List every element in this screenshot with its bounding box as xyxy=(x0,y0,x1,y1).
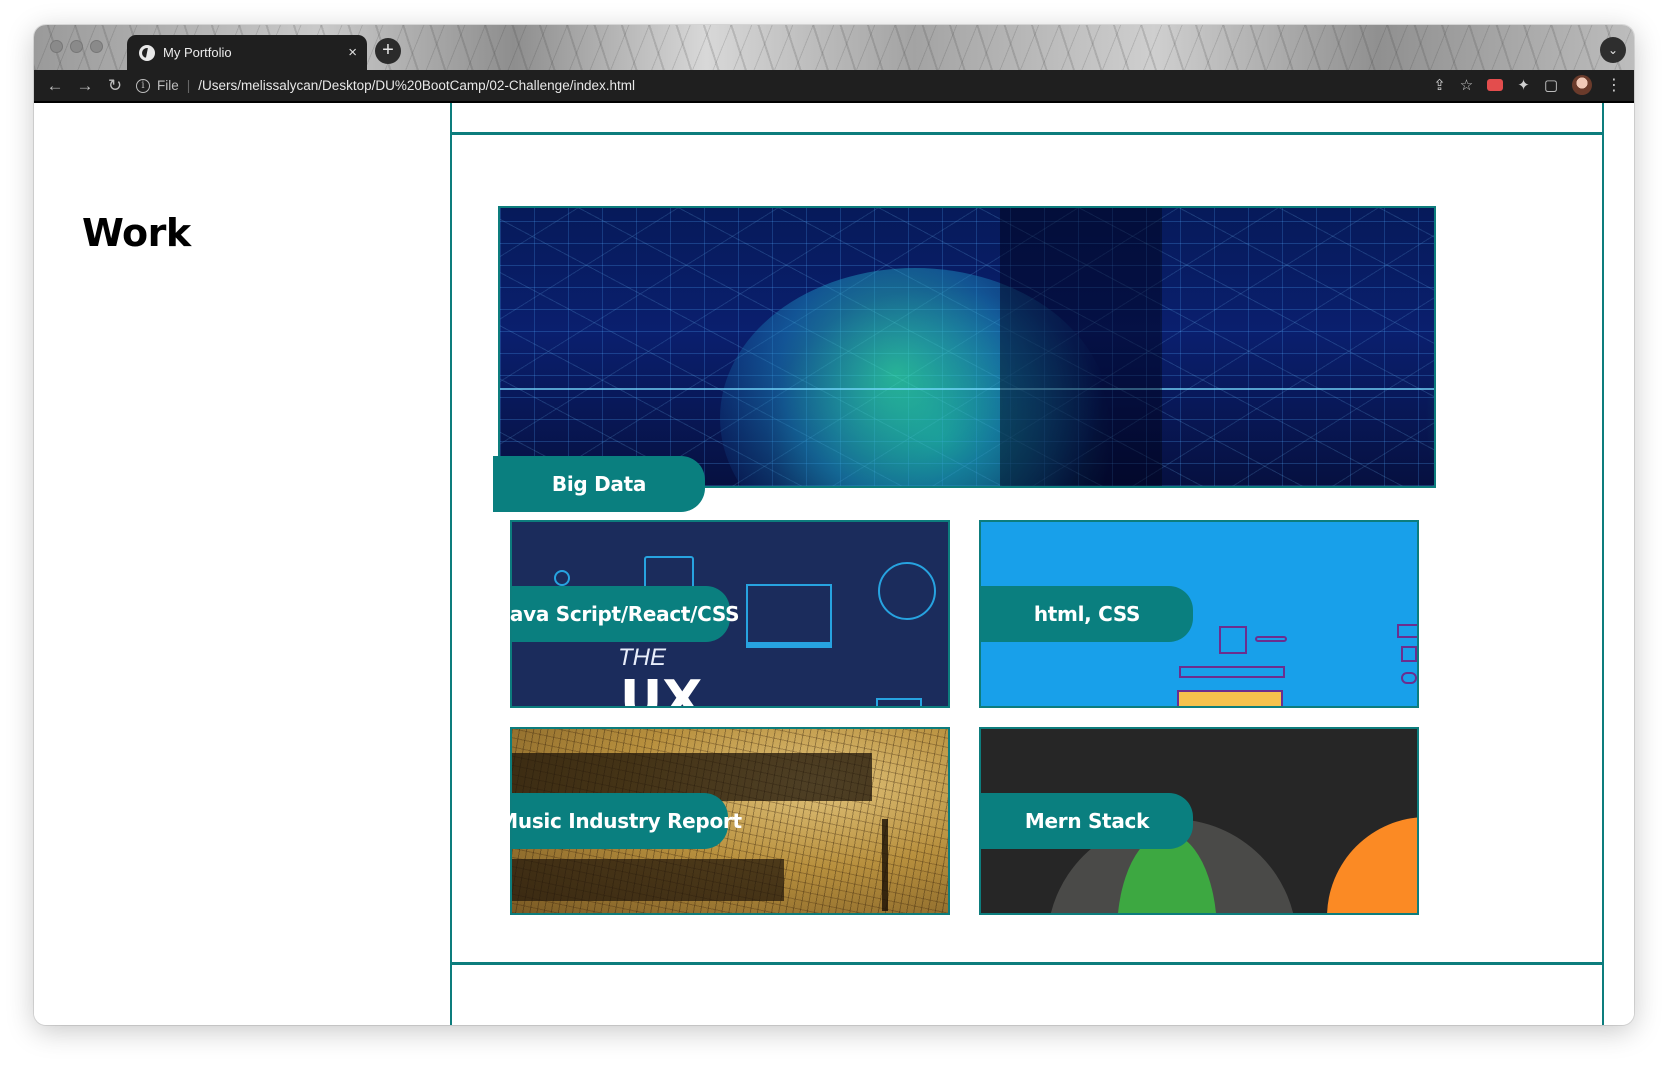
minimize-window-button[interactable] xyxy=(70,40,83,53)
browser-menu-icon[interactable]: ⋮ xyxy=(1606,75,1622,95)
ux-art-ux: UX xyxy=(620,670,703,708)
project-label-mern-stack[interactable]: Mern Stack xyxy=(981,793,1193,849)
browser-window: My Portfolio × + ⌄ ← → ↻ i File | /Users… xyxy=(34,25,1634,1025)
tab-search-button[interactable]: ⌄ xyxy=(1600,37,1626,63)
section-border-left xyxy=(450,103,452,1025)
side-panel-icon[interactable]: ▢ xyxy=(1544,76,1558,94)
info-icon[interactable]: i xyxy=(136,78,150,93)
close-window-button[interactable] xyxy=(50,40,63,53)
section-border-right xyxy=(1602,103,1604,1025)
tab-title: My Portfolio xyxy=(163,45,232,60)
project-label-javascript-react-css[interactable]: Java Script/React/CSS xyxy=(503,586,740,642)
project-label-big-data[interactable]: Big Data xyxy=(493,456,705,512)
project-label-music-industry-report[interactable]: Music Industry Report xyxy=(498,793,742,849)
extension-record-icon[interactable] xyxy=(1487,79,1504,91)
globe-icon xyxy=(139,44,155,61)
forward-button[interactable]: → xyxy=(70,76,100,96)
toolbar-actions: ⇪ ☆ ✦ ▢ ⋮ xyxy=(1433,75,1622,95)
tab-strip: My Portfolio × + ⌄ xyxy=(34,25,1634,70)
browser-toolbar: ← → ↻ i File | /Users/melissalycan/Deskt… xyxy=(34,70,1634,101)
profile-avatar[interactable] xyxy=(1572,75,1592,95)
url-separator: | xyxy=(186,78,191,93)
back-button[interactable]: ← xyxy=(40,76,70,96)
reload-button[interactable]: ↻ xyxy=(100,76,130,96)
project-label-html-css[interactable]: html, CSS xyxy=(981,586,1193,642)
page-viewport: Work Big Data THE UX Java Script/React/C… xyxy=(34,103,1634,1025)
big-data-image xyxy=(500,208,1434,486)
close-tab-icon[interactable]: × xyxy=(348,45,357,60)
address-bar[interactable]: i File | /Users/melissalycan/Desktop/DU%… xyxy=(136,72,1351,99)
zoom-window-button[interactable] xyxy=(90,40,103,53)
bookmark-star-icon[interactable]: ☆ xyxy=(1460,76,1473,94)
url-scheme: File xyxy=(157,78,179,93)
new-tab-button[interactable]: + xyxy=(375,38,401,64)
work-heading: Work xyxy=(82,211,191,255)
tab-my-portfolio[interactable]: My Portfolio × xyxy=(127,35,367,70)
url-text[interactable]: /Users/melissalycan/Desktop/DU%20BootCam… xyxy=(198,78,635,93)
section-border-top xyxy=(450,132,1604,135)
share-icon[interactable]: ⇪ xyxy=(1433,76,1446,94)
extensions-puzzle-icon[interactable]: ✦ xyxy=(1517,76,1530,94)
project-card-big-data[interactable] xyxy=(498,206,1436,488)
section-border-bottom xyxy=(450,962,1604,965)
ux-art-the: THE xyxy=(618,644,666,671)
